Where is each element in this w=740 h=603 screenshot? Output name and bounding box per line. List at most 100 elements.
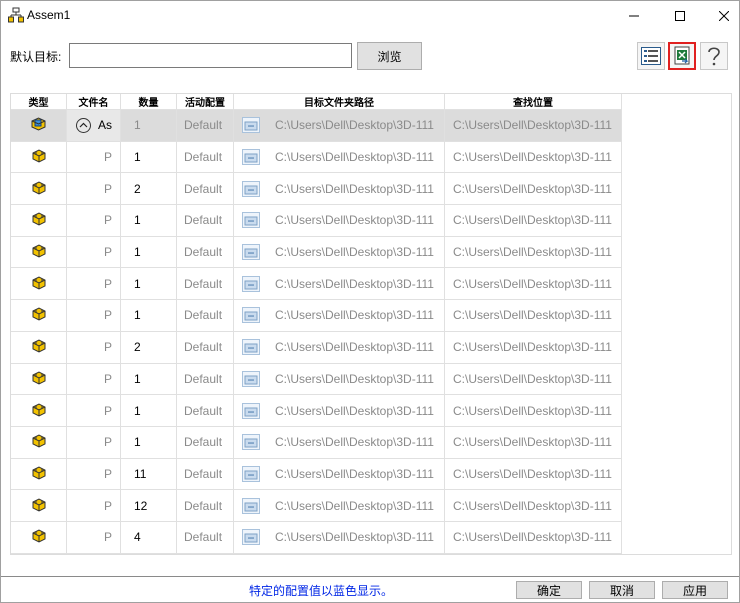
header-type[interactable]: 类型: [11, 94, 67, 110]
apply-button[interactable]: 应用: [662, 581, 728, 599]
help-button[interactable]: [700, 42, 728, 70]
table-row[interactable]: P 1 Default C:\Users\Dell\Desktop\3D-111 C:\…: [11, 205, 622, 237]
filename-cell[interactable]: As: [67, 110, 121, 142]
table-row[interactable]: P 1 Default C:\Users\Dell\Desktop\3D-111 C:\…: [11, 395, 622, 427]
config-cell[interactable]: Default: [177, 490, 234, 522]
close-button[interactable]: [701, 1, 740, 31]
target-folder-cell[interactable]: C:\Users\Dell\Desktop\3D-111: [234, 426, 445, 459]
target-folder-cell[interactable]: C:\Users\Dell\Desktop\3D-111: [234, 173, 445, 206]
target-folder-cell[interactable]: C:\Users\Dell\Desktop\3D-111: [234, 141, 445, 174]
browse-folder-icon[interactable]: [242, 149, 260, 166]
target-folder-cell[interactable]: C:\Users\Dell\Desktop\3D-111: [234, 363, 445, 396]
target-folder-cell[interactable]: C:\Users\Dell\Desktop\3D-111: [234, 268, 445, 301]
config-cell[interactable]: Default: [177, 426, 234, 459]
browse-folder-icon[interactable]: [242, 434, 260, 451]
browse-folder-icon[interactable]: [242, 275, 260, 292]
filename-cell[interactable]: P: [67, 426, 121, 459]
export-excel-button[interactable]: [668, 42, 696, 70]
target-path: C:\Users\Dell\Desktop\3D-111: [275, 181, 434, 196]
type-cell: [11, 331, 67, 364]
filename-cell[interactable]: P: [67, 395, 121, 427]
ok-button[interactable]: 确定: [516, 581, 582, 599]
filename-cell[interactable]: P: [67, 521, 121, 554]
table-row[interactable]: P 1 Default C:\Users\Dell\Desktop\3D-111 C:\…: [11, 363, 622, 396]
filename-cell[interactable]: P: [67, 268, 121, 301]
header-target-folder[interactable]: 目标文件夹路径: [234, 94, 445, 110]
header-quantity[interactable]: 数量: [121, 94, 177, 110]
config-cell[interactable]: Default: [177, 363, 234, 396]
part-icon: [31, 306, 47, 324]
config-cell[interactable]: Default: [177, 331, 234, 364]
filename-cell[interactable]: P: [67, 458, 121, 491]
target-folder-cell[interactable]: C:\Users\Dell\Desktop\3D-111: [234, 458, 445, 491]
quantity-cell: 11: [121, 458, 177, 491]
minimize-icon: [629, 15, 639, 17]
browse-folder-icon[interactable]: [242, 465, 260, 482]
table-row[interactable]: P 1 Default C:\Users\Dell\Desktop\3D-111 C:\…: [11, 300, 622, 332]
filename-cell[interactable]: P: [67, 236, 121, 269]
target-path: C:\Users\Dell\Desktop\3D-111: [275, 308, 434, 323]
type-cell: [11, 141, 67, 174]
filename-cell[interactable]: P: [67, 205, 121, 237]
browse-folder-icon[interactable]: [242, 117, 260, 134]
list-view-button[interactable]: [637, 42, 665, 70]
list-view-icon: [641, 47, 661, 65]
target-folder-cell[interactable]: C:\Users\Dell\Desktop\3D-111: [234, 490, 445, 522]
header-filename[interactable]: 文件名: [67, 94, 121, 110]
cancel-button[interactable]: 取消: [589, 581, 655, 599]
config-cell[interactable]: Default: [177, 236, 234, 269]
target-folder-cell[interactable]: C:\Users\Dell\Desktop\3D-111: [234, 521, 445, 554]
filename-cell[interactable]: P: [67, 300, 121, 332]
target-folder-cell[interactable]: C:\Users\Dell\Desktop\3D-111: [234, 205, 445, 237]
config-cell[interactable]: Default: [177, 300, 234, 332]
table-row[interactable]: As 1 Default C:\Users\Dell\Desktop\3D-111 C:…: [11, 110, 622, 142]
config-cell[interactable]: Default: [177, 205, 234, 237]
browse-folder-icon[interactable]: [242, 402, 260, 419]
config-cell[interactable]: Default: [177, 110, 234, 142]
config-cell[interactable]: Default: [177, 141, 234, 174]
browse-folder-icon[interactable]: [242, 307, 260, 324]
browse-folder-icon[interactable]: [242, 497, 260, 514]
table-row[interactable]: P 12 Default C:\Users\Dell\Desktop\3D-111 C:…: [11, 490, 622, 522]
minimize-button[interactable]: [611, 1, 657, 31]
config-cell[interactable]: Default: [177, 173, 234, 206]
table-row[interactable]: P 1 Default C:\Users\Dell\Desktop\3D-111 C:\…: [11, 426, 622, 459]
find-location-cell: C:\Users\Dell\Desktop\3D-111: [445, 236, 622, 269]
quantity-cell: 1: [121, 426, 177, 459]
maximize-button[interactable]: [657, 1, 703, 31]
config-cell[interactable]: Default: [177, 458, 234, 491]
browse-folder-icon[interactable]: [242, 370, 260, 387]
table-row[interactable]: P 4 Default C:\Users\Dell\Desktop\3D-111 C:\…: [11, 521, 622, 554]
header-find-location[interactable]: 查找位置: [445, 94, 622, 110]
table-row[interactable]: P 1 Default C:\Users\Dell\Desktop\3D-111 C:\…: [11, 141, 622, 174]
browse-button[interactable]: 浏览: [357, 42, 422, 70]
table-row[interactable]: P 1 Default C:\Users\Dell\Desktop\3D-111 C:\…: [11, 236, 622, 269]
browse-folder-icon[interactable]: [242, 529, 260, 546]
table-row[interactable]: P 1 Default C:\Users\Dell\Desktop\3D-111 C:\…: [11, 268, 622, 301]
browse-folder-icon[interactable]: [242, 212, 260, 229]
target-folder-cell[interactable]: C:\Users\Dell\Desktop\3D-111: [234, 300, 445, 332]
filename-cell[interactable]: P: [67, 363, 121, 396]
filename-cell[interactable]: P: [67, 490, 121, 522]
config-cell[interactable]: Default: [177, 268, 234, 301]
browse-folder-icon[interactable]: [242, 339, 260, 356]
target-folder-cell[interactable]: C:\Users\Dell\Desktop\3D-111: [234, 331, 445, 364]
target-path: C:\Users\Dell\Desktop\3D-111: [275, 498, 434, 513]
browse-folder-icon[interactable]: [242, 180, 260, 197]
table-row[interactable]: P 11 Default C:\Users\Dell\Desktop\3D-111 C:…: [11, 458, 622, 491]
collapse-icon[interactable]: [76, 117, 91, 133]
config-cell[interactable]: Default: [177, 395, 234, 427]
filename-cell[interactable]: P: [67, 173, 121, 206]
blue-config-note: 特定的配置值以蓝色显示。: [249, 584, 394, 598]
target-folder-cell[interactable]: C:\Users\Dell\Desktop\3D-111: [234, 236, 445, 269]
table-row[interactable]: P 2 Default C:\Users\Dell\Desktop\3D-111 C:\…: [11, 331, 622, 364]
filename-cell[interactable]: P: [67, 141, 121, 174]
config-cell[interactable]: Default: [177, 521, 234, 554]
browse-folder-icon[interactable]: [242, 244, 260, 261]
header-active-config[interactable]: 活动配置: [177, 94, 234, 110]
default-target-input[interactable]: [69, 43, 352, 68]
filename-cell[interactable]: P: [67, 331, 121, 364]
target-folder-cell[interactable]: C:\Users\Dell\Desktop\3D-111: [234, 110, 445, 142]
table-row[interactable]: P 2 Default C:\Users\Dell\Desktop\3D-111 C:\…: [11, 173, 622, 206]
target-folder-cell[interactable]: C:\Users\Dell\Desktop\3D-111: [234, 395, 445, 427]
